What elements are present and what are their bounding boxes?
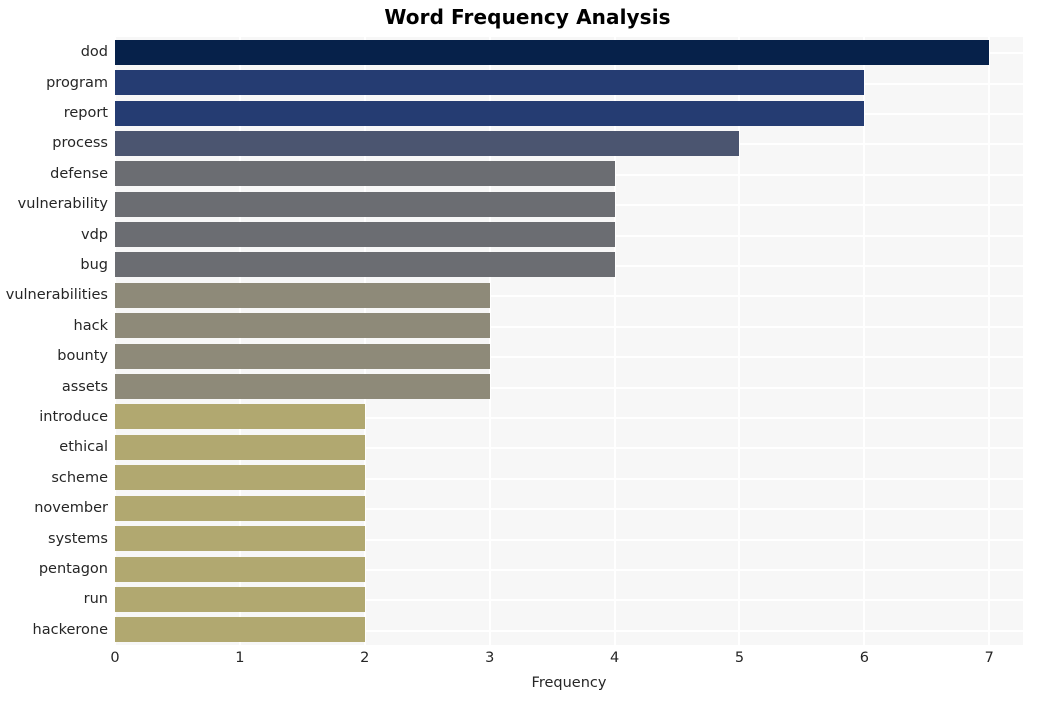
- bar[interactable]: [115, 131, 740, 156]
- gridline-vertical: [488, 37, 491, 645]
- y-tick-label: assets: [61, 379, 108, 395]
- y-tick-label: bounty: [57, 348, 108, 364]
- y-tick-label: vulnerabilities: [5, 287, 108, 303]
- y-tick-label: defense: [50, 166, 108, 182]
- bar[interactable]: [115, 557, 365, 582]
- bar[interactable]: [115, 101, 865, 126]
- x-axis-label: Frequency: [531, 675, 607, 691]
- chart-title: Word Frequency Analysis: [384, 5, 671, 29]
- gridline-vertical: [238, 37, 241, 645]
- gridline-vertical: [738, 37, 741, 645]
- bar[interactable]: [115, 283, 490, 308]
- bar[interactable]: [115, 344, 490, 369]
- x-tick-label: 1: [235, 650, 245, 666]
- bar[interactable]: [115, 404, 365, 429]
- gridline-vertical: [114, 37, 116, 645]
- gridline-vertical: [863, 37, 866, 645]
- y-tick-label: bug: [80, 257, 108, 273]
- gridline-vertical: [988, 37, 991, 645]
- y-axis-tick-labels: dod program report process defense vulnerabil…: [0, 37, 108, 645]
- y-tick-label: vdp: [81, 227, 108, 243]
- x-tick-label: 2: [360, 650, 370, 666]
- bar[interactable]: [115, 192, 615, 217]
- y-tick-label: pentagon: [38, 561, 108, 577]
- y-tick-label: systems: [48, 531, 108, 547]
- x-tick-label: 0: [110, 650, 120, 666]
- x-axis-tick-labels: 0 1 2 3 4 5 6 7: [110, 650, 1023, 674]
- bar[interactable]: [115, 435, 365, 460]
- x-tick-label: 4: [609, 650, 620, 666]
- gridline-vertical: [363, 37, 366, 645]
- y-tick-label: ethical: [59, 439, 108, 455]
- bar[interactable]: [115, 40, 990, 65]
- y-tick-label: november: [34, 500, 108, 516]
- bar[interactable]: [115, 587, 365, 612]
- y-tick-label: program: [46, 75, 108, 91]
- bar[interactable]: [115, 161, 615, 186]
- y-tick-label: introduce: [39, 409, 108, 425]
- bar[interactable]: [115, 252, 615, 277]
- bar[interactable]: [115, 374, 490, 399]
- chart-figure: Word Frequency Analysis dod program report…: [0, 0, 1055, 701]
- y-tick-label: run: [83, 591, 108, 607]
- gridline-vertical: [613, 37, 616, 645]
- y-tick-label: scheme: [51, 470, 108, 486]
- x-tick-label: 3: [485, 650, 495, 666]
- bar[interactable]: [115, 465, 365, 490]
- y-tick-label: hackerone: [32, 622, 108, 638]
- y-tick-label: vulnerability: [17, 196, 108, 212]
- bar[interactable]: [115, 526, 365, 551]
- x-tick-label: 5: [734, 650, 745, 666]
- x-tick-label: 6: [859, 650, 869, 666]
- bar[interactable]: [115, 617, 365, 642]
- y-tick-label: process: [52, 135, 108, 151]
- bar[interactable]: [115, 70, 865, 95]
- y-tick-label: report: [63, 105, 108, 121]
- x-tick-label: 7: [984, 650, 994, 666]
- y-tick-label: dod: [80, 44, 108, 60]
- bar[interactable]: [115, 496, 365, 521]
- plot-area: [114, 37, 1023, 645]
- y-tick-label: hack: [73, 318, 108, 334]
- bar[interactable]: [115, 313, 490, 338]
- bar[interactable]: [115, 222, 615, 247]
